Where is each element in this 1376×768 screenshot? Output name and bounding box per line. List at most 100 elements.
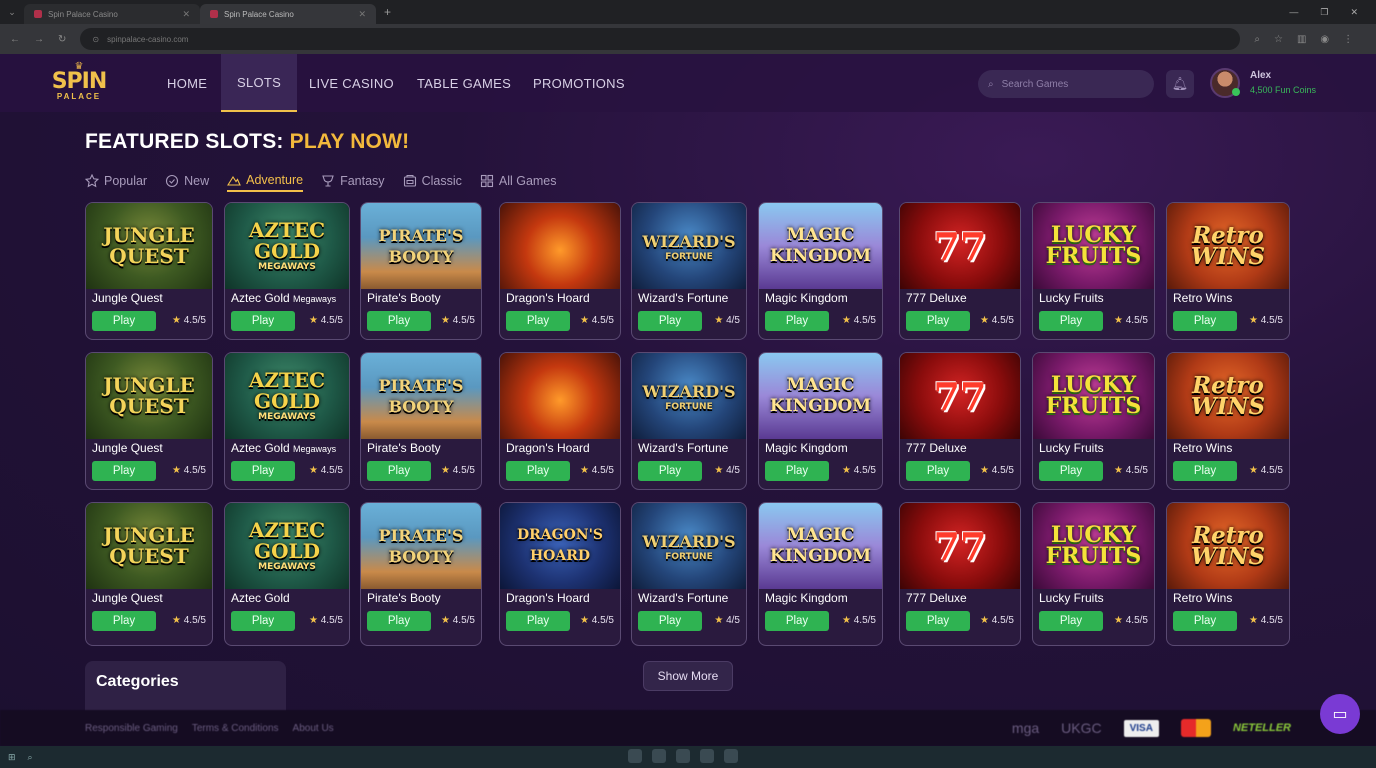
- game-thumbnail[interactable]: LUCKY FRUITS: [1033, 203, 1154, 289]
- play-button[interactable]: Play: [906, 311, 970, 331]
- game-thumbnail[interactable]: LUCKY FRUITS: [1033, 503, 1154, 589]
- new-tab-icon[interactable]: +: [384, 5, 391, 19]
- play-button[interactable]: Play: [506, 461, 570, 481]
- play-button[interactable]: Play: [367, 611, 431, 631]
- minimize-icon[interactable]: —: [1289, 7, 1298, 18]
- taskbar-app-icon[interactable]: [676, 749, 690, 763]
- filter-tab-fantasy[interactable]: Fantasy: [321, 170, 385, 192]
- game-thumbnail[interactable]: DRAGON'S HOARD: [500, 503, 620, 589]
- game-thumbnail[interactable]: AZTEC GOLD MEGAWAYS: [225, 203, 349, 289]
- game-thumbnail[interactable]: 77: [900, 353, 1020, 439]
- play-button[interactable]: Play: [92, 611, 156, 631]
- taskbar-app-icon[interactable]: [700, 749, 714, 763]
- close-tab-icon[interactable]: ✕: [182, 9, 190, 20]
- game-card[interactable]: PIRATE'S BOOTY Pirate's Booty Play ★ 4.5/5: [360, 352, 482, 490]
- game-card[interactable]: LUCKY FRUITS Lucky Fruits Play ★ 4.5/5: [1032, 502, 1155, 646]
- game-card[interactable]: MAGIC KINGDOM Magic Kingdom Play ★ 4.5/5: [758, 502, 883, 646]
- play-button[interactable]: Play: [367, 461, 431, 481]
- game-thumbnail[interactable]: 77: [900, 203, 1020, 289]
- play-button[interactable]: Play: [1039, 311, 1103, 331]
- nav-slots[interactable]: SLOTS: [221, 54, 298, 112]
- game-thumbnail[interactable]: WIZARD'S FORTUNE: [632, 203, 746, 289]
- play-button[interactable]: Play: [765, 611, 829, 631]
- game-card[interactable]: AZTEC GOLD MEGAWAYS Aztec Gold Megaways Play…: [224, 352, 350, 490]
- game-card[interactable]: JUNGLE QUEST Jungle Quest Play ★ 4.5/5: [85, 502, 213, 646]
- game-card[interactable]: 77 777 Deluxe Play ★ 4.5/5: [899, 352, 1021, 490]
- bell-icon[interactable]: 🔔︎: [1166, 70, 1194, 98]
- nav-table-games[interactable]: TABLE GAMES: [417, 54, 511, 112]
- footer-link-about[interactable]: About Us: [293, 723, 334, 734]
- game-card[interactable]: LUCKY FRUITS Lucky Fruits Play ★ 4.5/5: [1032, 352, 1155, 490]
- browser-tab-active[interactable]: Spin Palace Casino ✕: [200, 4, 376, 24]
- game-thumbnail[interactable]: Retro WINS: [1167, 353, 1289, 439]
- avatar[interactable]: [1210, 68, 1240, 98]
- filter-tab-adventure[interactable]: Adventure: [227, 170, 304, 192]
- game-card[interactable]: AZTEC GOLD MEGAWAYS Aztec Gold Play ★ 4.5/5: [224, 502, 350, 646]
- game-thumbnail[interactable]: AZTEC GOLD MEGAWAYS: [225, 503, 349, 589]
- game-thumbnail[interactable]: JUNGLE QUEST: [86, 353, 212, 439]
- game-thumbnail[interactable]: LUCKY FRUITS: [1033, 353, 1154, 439]
- menu-icon[interactable]: ⋮: [1343, 34, 1353, 45]
- play-button[interactable]: Play: [92, 311, 156, 331]
- filter-tab-new[interactable]: New: [165, 170, 209, 192]
- play-button[interactable]: Play: [765, 311, 829, 331]
- game-card[interactable]: JUNGLE QUEST Jungle Quest Play ★ 4.5/5: [85, 202, 213, 340]
- game-thumbnail[interactable]: Retro WINS: [1167, 503, 1289, 589]
- show-more-button[interactable]: Show More: [643, 661, 733, 691]
- site-info-icon[interactable]: ⊙: [92, 35, 99, 44]
- game-thumbnail[interactable]: [500, 203, 620, 289]
- play-button[interactable]: Play: [1039, 461, 1103, 481]
- game-card[interactable]: AZTEC GOLD MEGAWAYS Aztec Gold Megaways Play…: [224, 202, 350, 340]
- game-thumbnail[interactable]: MAGIC KINGDOM: [759, 503, 882, 589]
- nav-home[interactable]: HOME: [167, 54, 207, 112]
- game-thumbnail[interactable]: JUNGLE QUEST: [86, 503, 212, 589]
- play-button[interactable]: Play: [765, 461, 829, 481]
- game-card[interactable]: 77 777 Deluxe Play ★ 4.5/5: [899, 502, 1021, 646]
- game-card[interactable]: 77 777 Deluxe Play ★ 4.5/5: [899, 202, 1021, 340]
- game-thumbnail[interactable]: MAGIC KINGDOM: [759, 353, 882, 439]
- play-button[interactable]: Play: [906, 461, 970, 481]
- reload-icon[interactable]: ↻: [58, 34, 66, 45]
- game-thumbnail[interactable]: Retro WINS: [1167, 203, 1289, 289]
- game-card[interactable]: WIZARD'S FORTUNE Wizard's Fortune Play ★ 4/5: [631, 352, 747, 490]
- nav-promotions[interactable]: PROMOTIONS: [533, 54, 625, 112]
- tab-search-icon[interactable]: ⌄: [0, 7, 24, 18]
- play-button[interactable]: Play: [1173, 311, 1237, 331]
- game-card[interactable]: MAGIC KINGDOM Magic Kingdom Play ★ 4.5/5: [758, 352, 883, 490]
- game-card[interactable]: Retro WINS Retro Wins Play ★ 4.5/5: [1166, 352, 1290, 490]
- footer-link-responsible[interactable]: Responsible Gaming: [85, 723, 178, 734]
- game-card[interactable]: Dragon's Hoard Play ★ 4.5/5: [499, 352, 621, 490]
- game-thumbnail[interactable]: [500, 353, 620, 439]
- play-button[interactable]: Play: [231, 461, 295, 481]
- nav-live-casino[interactable]: LIVE CASINO: [309, 54, 394, 112]
- windows-start-icon[interactable]: ⊞: [8, 752, 16, 763]
- game-thumbnail[interactable]: PIRATE'S BOOTY: [361, 353, 481, 439]
- play-button[interactable]: Play: [506, 311, 570, 331]
- play-button[interactable]: Play: [506, 611, 570, 631]
- search-input[interactable]: ⌕ Search Games: [978, 70, 1154, 98]
- game-thumbnail[interactable]: 77: [900, 503, 1020, 589]
- play-button[interactable]: Play: [1039, 611, 1103, 631]
- game-card[interactable]: Retro WINS Retro Wins Play ★ 4.5/5: [1166, 202, 1290, 340]
- footer-link-terms[interactable]: Terms & Conditions: [192, 723, 279, 734]
- browser-tab[interactable]: Spin Palace Casino ✕: [24, 4, 200, 24]
- play-button[interactable]: Play: [638, 611, 702, 631]
- zoom-icon[interactable]: ⌕: [1254, 34, 1260, 45]
- side-panel-icon[interactable]: ▥: [1297, 34, 1306, 45]
- play-button[interactable]: Play: [638, 311, 702, 331]
- game-card[interactable]: DRAGON'S HOARD Dragon's Hoard Play ★ 4.5/5: [499, 502, 621, 646]
- chat-icon[interactable]: ▭: [1320, 694, 1360, 734]
- maximize-icon[interactable]: ❐: [1320, 7, 1328, 18]
- game-thumbnail[interactable]: WIZARD'S FORTUNE: [632, 503, 746, 589]
- play-button[interactable]: Play: [231, 311, 295, 331]
- game-thumbnail[interactable]: AZTEC GOLD MEGAWAYS: [225, 353, 349, 439]
- game-card[interactable]: Retro WINS Retro Wins Play ★ 4.5/5: [1166, 502, 1290, 646]
- taskbar-search-icon[interactable]: ⌕: [28, 752, 33, 763]
- game-card[interactable]: Dragon's Hoard Play ★ 4.5/5: [499, 202, 621, 340]
- game-thumbnail[interactable]: WIZARD'S FORTUNE: [632, 353, 746, 439]
- taskbar-app-icon[interactable]: [628, 749, 642, 763]
- filter-tab-classic[interactable]: Classic: [403, 170, 462, 192]
- spin-palace-logo[interactable]: ♛ SPIN PALACE: [50, 62, 108, 106]
- play-button[interactable]: Play: [1173, 611, 1237, 631]
- game-card[interactable]: PIRATE'S BOOTY Pirate's Booty Play ★ 4.5/5: [360, 202, 482, 340]
